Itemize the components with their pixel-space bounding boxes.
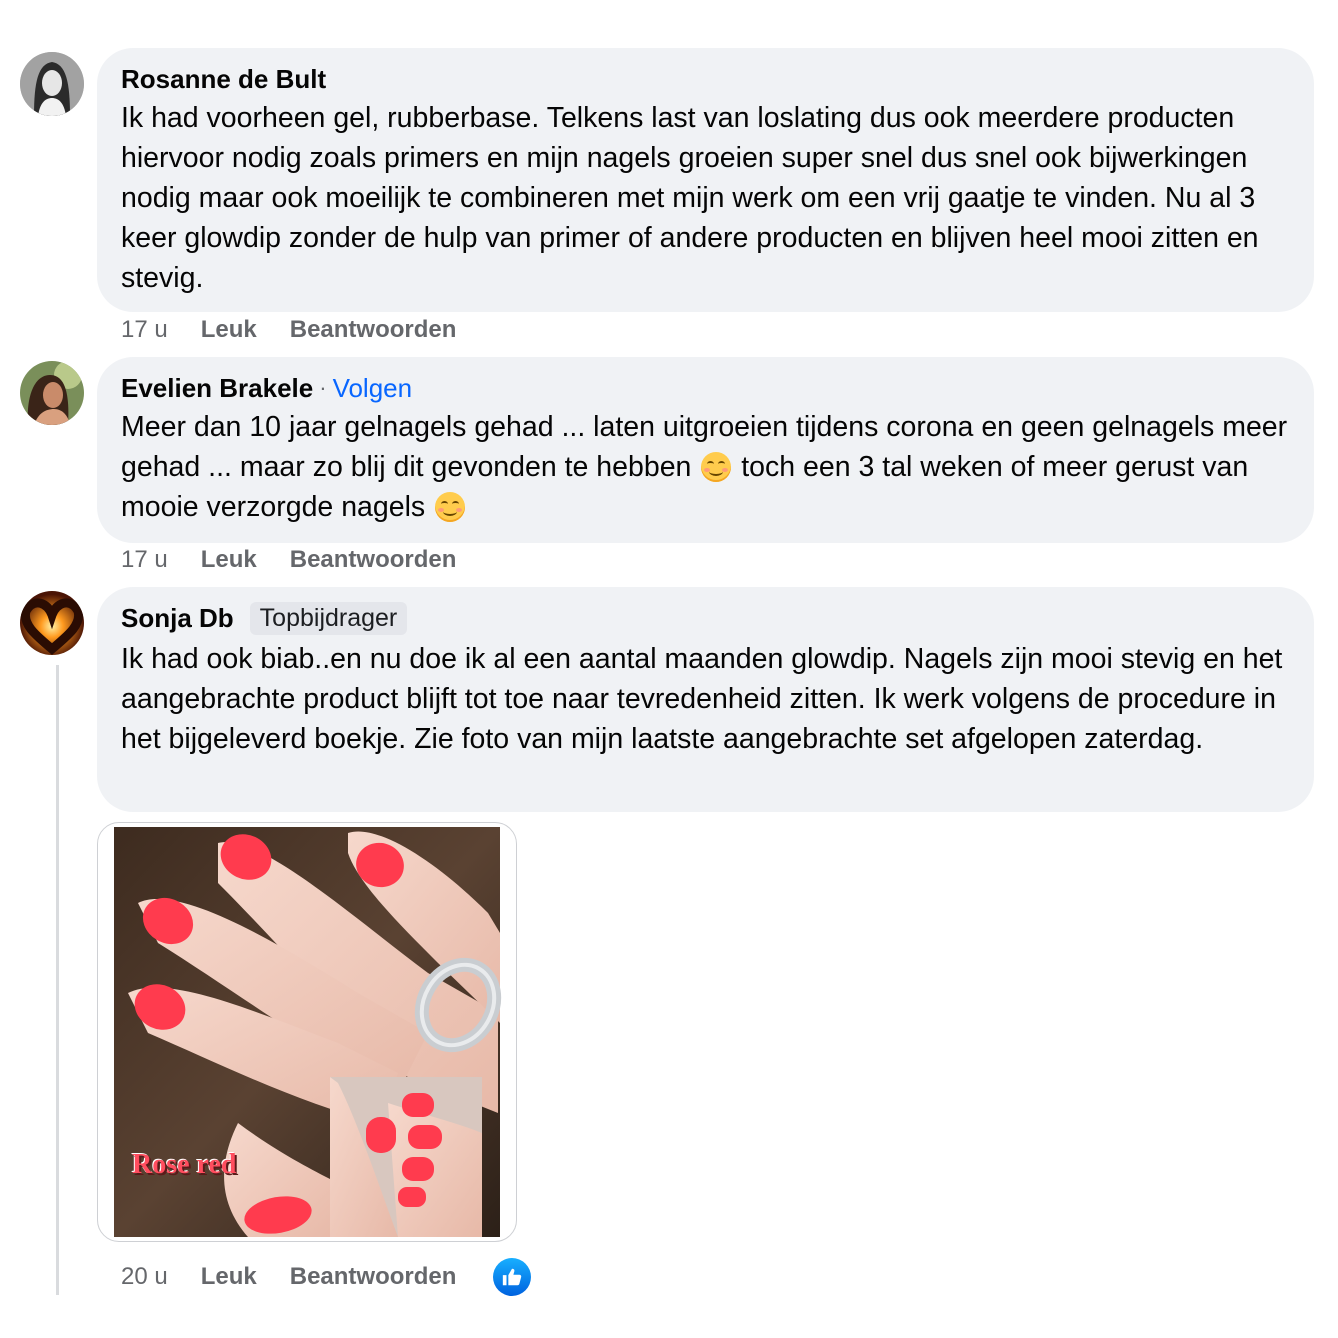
avatar[interactable]: [20, 591, 84, 655]
like-button[interactable]: Leuk: [201, 546, 257, 574]
like-button[interactable]: Leuk: [201, 1263, 257, 1291]
separator-dot: ·: [319, 375, 327, 400]
avatar[interactable]: [20, 361, 84, 425]
smiling-face-emoji-icon: [701, 452, 732, 482]
like-button[interactable]: Leuk: [201, 316, 257, 344]
reply-button[interactable]: Beantwoorden: [290, 316, 457, 344]
comment-text: Ik had ook biab..en nu doe ik al een aan…: [121, 643, 1283, 755]
smiling-face-emoji-icon: [435, 492, 466, 522]
avatar-image: [20, 52, 84, 116]
author-row: Sonja Db Topbijdrager: [121, 599, 1290, 637]
avatar[interactable]: [20, 52, 84, 116]
top-contributor-badge[interactable]: Topbijdrager: [249, 601, 408, 635]
reply-thread-line: [56, 665, 59, 1295]
avatar-image: [20, 591, 84, 655]
timestamp[interactable]: 17 u: [121, 546, 168, 574]
author-name[interactable]: Sonja Db: [121, 603, 234, 634]
reply-button[interactable]: Beantwoorden: [290, 1263, 457, 1291]
comment-actions: 20 u Leuk Beantwoorden: [121, 1258, 532, 1296]
timestamp[interactable]: 20 u: [121, 1263, 168, 1291]
thumbs-up-icon: [503, 1268, 522, 1286]
comment-bubble: Rosanne de Bult Ik had voorheen gel, rub…: [97, 48, 1314, 312]
avatar-image: [20, 361, 84, 425]
reply-button[interactable]: Beantwoorden: [290, 546, 457, 574]
author-name[interactable]: Rosanne de Bult: [121, 64, 326, 95]
like-reaction-icon[interactable]: [493, 1258, 532, 1296]
comment-bubble: Evelien Brakele · Volgen Meer dan 10 jaa…: [97, 357, 1314, 543]
comment-actions: 17 u Leuk Beantwoorden: [121, 316, 489, 344]
author-row: Rosanne de Bult: [121, 62, 1290, 96]
comment-text: Ik had voorheen gel, rubberbase. Telkens…: [121, 102, 1259, 294]
photo-caption: Rose red: [132, 1149, 237, 1180]
attached-photo[interactable]: Rose red: [97, 822, 517, 1242]
comment-text: Meer dan 10 jaar gelnagels gehad ... lat…: [121, 407, 1290, 527]
comment-actions: 17 u Leuk Beantwoorden: [121, 546, 489, 574]
comment-bubble: Sonja Db Topbijdrager Ik had ook biab..e…: [97, 587, 1314, 812]
follow-link[interactable]: Volgen: [333, 373, 413, 404]
author-name[interactable]: Evelien Brakele: [121, 373, 313, 404]
timestamp[interactable]: 17 u: [121, 316, 168, 344]
author-row: Evelien Brakele · Volgen: [121, 371, 1290, 405]
